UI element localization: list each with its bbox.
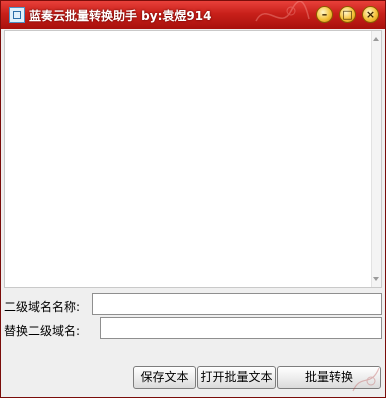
decorative-swirl-icon bbox=[255, 1, 310, 22]
minimize-icon: – bbox=[321, 8, 328, 21]
minimize-button[interactable]: – bbox=[316, 6, 333, 23]
replace-domain-label: 替换二级域名: bbox=[4, 324, 81, 338]
save-text-button[interactable]: 保存文本 bbox=[133, 366, 196, 389]
secondary-domain-label: 二级域名名称: bbox=[4, 300, 81, 314]
decorative-corner-swirl-icon bbox=[352, 367, 380, 392]
app-icon bbox=[9, 7, 25, 23]
secondary-domain-input[interactable] bbox=[92, 293, 382, 315]
app-window: 蓝奏云批量转换助手 by:袁煜914 – □ × 二级域名名称: 替换二级域名:… bbox=[0, 0, 386, 398]
scroll-up-arrow-icon[interactable] bbox=[373, 37, 379, 41]
maximize-icon: □ bbox=[342, 8, 353, 21]
batch-text-area[interactable] bbox=[4, 30, 382, 288]
scroll-down-arrow-icon[interactable] bbox=[373, 277, 379, 281]
close-button[interactable]: × bbox=[362, 6, 379, 23]
close-icon: × bbox=[365, 8, 376, 21]
replace-domain-input[interactable] bbox=[100, 317, 382, 339]
vertical-scrollbar[interactable] bbox=[371, 31, 381, 287]
maximize-button[interactable]: □ bbox=[339, 6, 356, 23]
title-bar[interactable]: 蓝奏云批量转换助手 by:袁煜914 – □ × bbox=[1, 1, 385, 29]
open-batch-text-button[interactable]: 打开批量文本 bbox=[197, 366, 276, 389]
window-title: 蓝奏云批量转换助手 by:袁煜914 bbox=[29, 9, 212, 23]
